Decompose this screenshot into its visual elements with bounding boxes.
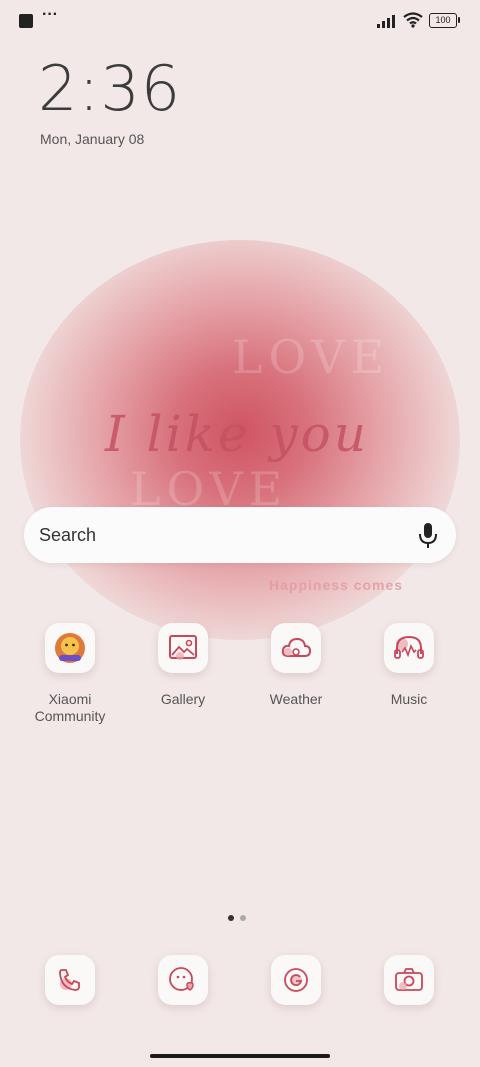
wallpaper-word-top: LOVE bbox=[232, 330, 391, 384]
clock-date[interactable]: Mon, January 08 bbox=[40, 131, 144, 147]
clock-time[interactable]: 2:36 bbox=[38, 52, 181, 125]
signal-icon bbox=[377, 15, 395, 28]
weather-icon bbox=[271, 623, 321, 673]
microphone-icon[interactable] bbox=[418, 522, 438, 550]
messages-icon[interactable] bbox=[158, 955, 208, 1005]
notification-app-icon bbox=[19, 14, 33, 28]
app-weather[interactable]: Weather bbox=[246, 623, 346, 708]
page-dot-active[interactable] bbox=[228, 915, 234, 921]
browser-icon[interactable] bbox=[271, 955, 321, 1005]
page-dot[interactable] bbox=[240, 915, 246, 921]
app-label: Gallery bbox=[160, 691, 206, 707]
wifi-icon bbox=[403, 12, 423, 28]
app-label: Weather bbox=[269, 691, 323, 707]
search-label: Search bbox=[39, 525, 97, 545]
gallery-icon bbox=[158, 623, 208, 673]
wallpaper-script: I like you bbox=[105, 405, 369, 463]
xiaomi-community-icon bbox=[45, 623, 95, 673]
app-label: Xiaomi Community bbox=[34, 691, 106, 724]
app-music[interactable]: Music bbox=[359, 623, 459, 708]
search-bar[interactable]: Search bbox=[24, 507, 456, 563]
more-notifications-icon: ··· bbox=[42, 6, 58, 23]
status-bar: ··· 100 bbox=[0, 0, 480, 42]
home-indicator[interactable] bbox=[150, 1054, 330, 1058]
app-xiaomi-community[interactable]: Xiaomi Community bbox=[20, 623, 120, 725]
wallpaper-tagline: Happiness comes bbox=[269, 577, 404, 593]
app-gallery[interactable]: Gallery bbox=[133, 623, 233, 708]
phone-icon[interactable] bbox=[45, 955, 95, 1005]
camera-icon[interactable] bbox=[384, 955, 434, 1005]
music-icon bbox=[384, 623, 434, 673]
battery-level: 100 bbox=[435, 15, 451, 25]
battery-icon: 100 bbox=[429, 13, 457, 28]
page-indicator[interactable] bbox=[228, 908, 252, 926]
battery-tip bbox=[458, 17, 460, 23]
app-label: Music bbox=[390, 691, 428, 707]
